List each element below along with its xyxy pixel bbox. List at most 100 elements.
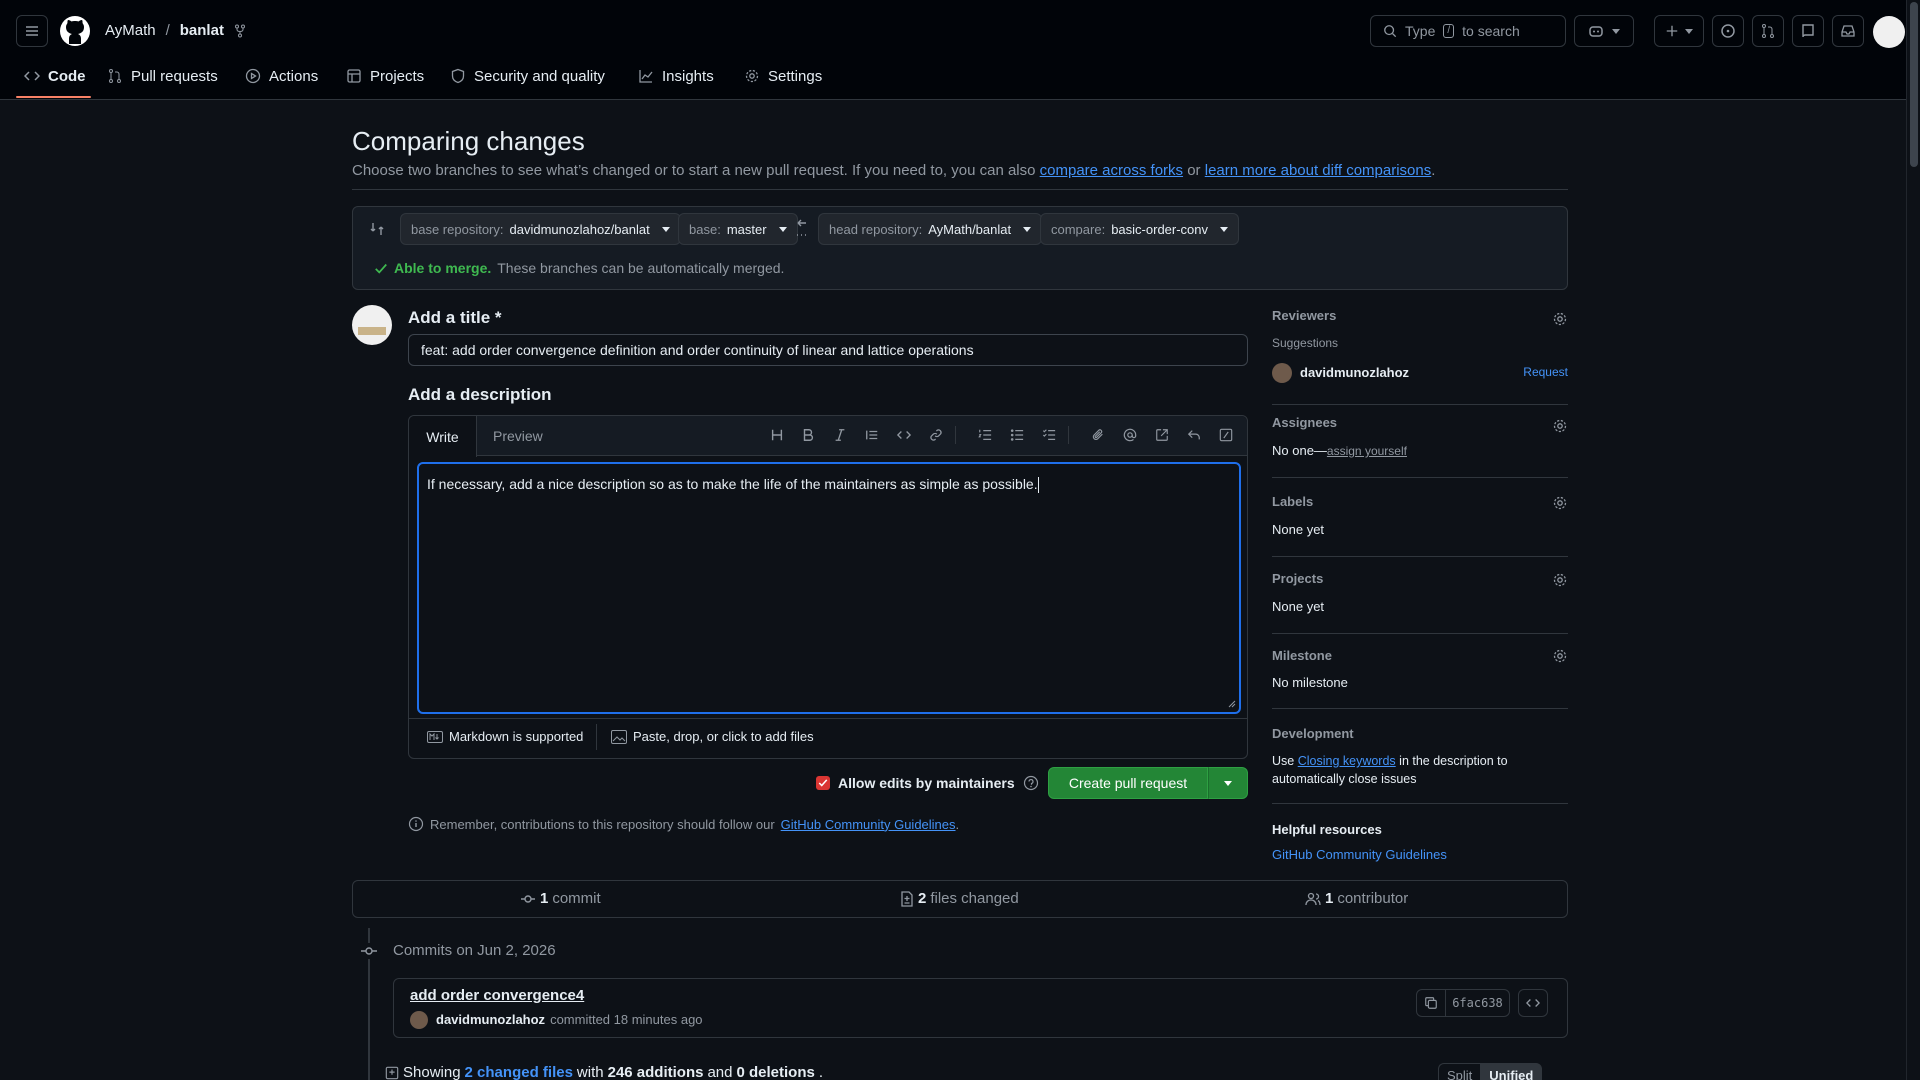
assignees-settings-button[interactable] <box>1552 418 1568 434</box>
base-repository-select[interactable]: base repository: davidmunozlahoz/banlat <box>400 213 681 245</box>
unordered-list-button[interactable] <box>1006 424 1028 446</box>
search-input[interactable]: Type / to search <box>1370 15 1566 47</box>
create-options-dropdown[interactable] <box>1208 767 1248 799</box>
tab-settings[interactable]: Settings <box>744 62 822 90</box>
code-icon <box>896 431 912 439</box>
tab-write[interactable]: Write <box>409 416 477 457</box>
projects-settings-button[interactable] <box>1552 572 1568 588</box>
diff-end: . <box>818 1064 824 1080</box>
community-guidelines-link[interactable]: GitHub Community Guidelines <box>781 817 956 832</box>
copilot-button[interactable] <box>1574 15 1634 47</box>
milestone-settings-button[interactable] <box>1552 648 1568 664</box>
browse-code-button[interactable] <box>1518 989 1548 1017</box>
italic-button[interactable] <box>829 424 851 446</box>
base-branch-select[interactable]: base: master <box>678 213 798 245</box>
pull-request-icon <box>1762 24 1774 38</box>
allow-edits-checkbox[interactable] <box>816 776 830 790</box>
add-files-button[interactable]: Paste, drop, or click to add files <box>611 729 814 744</box>
markdown-note[interactable]: Markdown is supported <box>427 729 583 744</box>
changed-files-link[interactable]: 2 changed files <box>465 1064 573 1080</box>
ordered-list-button[interactable] <box>974 424 996 446</box>
projects-section: Projects None yet <box>1272 571 1568 634</box>
contributors-tab[interactable]: 1 contributor <box>1305 890 1408 907</box>
tab-actions[interactable]: Actions <box>245 62 318 90</box>
base-repo-label: base repository: <box>411 221 504 237</box>
commit-sha-link[interactable]: 6fac638 <box>1446 989 1510 1017</box>
breadcrumb-owner[interactable]: AyMath <box>105 22 156 39</box>
tab-insights[interactable]: Insights <box>638 62 714 90</box>
compare-branch-select[interactable]: compare: basic-order-conv <box>1040 213 1240 245</box>
repositories-button[interactable] <box>1792 15 1824 47</box>
reviewers-settings-button[interactable] <box>1552 311 1568 327</box>
commit-title-link[interactable]: add order convergence4 <box>410 987 584 1004</box>
labels-title: Labels <box>1272 494 1314 509</box>
tab-insights-label: Insights <box>662 67 714 85</box>
files-changed-tab[interactable]: 2 files changed <box>900 890 1019 907</box>
attach-button[interactable] <box>1087 424 1109 446</box>
pull-requests-button[interactable] <box>1752 15 1784 47</box>
milestone-section: Milestone No milestone <box>1272 648 1568 709</box>
editor-footer-divider <box>409 718 1247 719</box>
title-input[interactable]: feat: add order convergence definition a… <box>408 334 1248 366</box>
quote-button[interactable] <box>861 424 883 446</box>
avatar[interactable] <box>1873 16 1905 48</box>
hamburger-menu-button[interactable] <box>16 15 48 47</box>
inbox-button[interactable] <box>1832 15 1864 47</box>
reference-button[interactable] <box>1151 424 1173 446</box>
assign-yourself-link[interactable]: assign yourself <box>1327 444 1407 458</box>
tab-projects[interactable]: Projects <box>346 62 424 90</box>
tab-pull-requests[interactable]: Pull requests <box>107 62 218 90</box>
breadcrumb-repo[interactable]: banlat <box>180 22 224 39</box>
create-pull-request-button[interactable]: Create pull request <box>1048 767 1208 799</box>
cross-reference-icon <box>1156 429 1168 441</box>
bold-button[interactable] <box>797 424 819 446</box>
tab-code[interactable]: Code <box>24 62 86 90</box>
tab-write-label: Write <box>426 428 459 445</box>
commit-author[interactable]: davidmunozlahoz <box>436 1012 545 1027</box>
check-icon <box>375 263 387 274</box>
create-new-button[interactable] <box>1654 15 1704 47</box>
labels-settings-button[interactable] <box>1552 495 1568 511</box>
contributors-label: contributor <box>1337 890 1409 907</box>
copy-sha-button[interactable] <box>1416 989 1446 1017</box>
scrollbar-thumb[interactable] <box>1910 2 1918 167</box>
helpful-guidelines-link[interactable]: GitHub Community Guidelines <box>1272 847 1447 862</box>
heading-button[interactable] <box>766 424 788 446</box>
description-textarea[interactable]: If necessary, add a nice description so … <box>417 462 1241 714</box>
chevron-down-icon <box>1685 28 1693 34</box>
issues-button[interactable] <box>1712 15 1744 47</box>
tab-security[interactable]: Security and quality <box>450 62 605 90</box>
gear-icon <box>1553 649 1567 663</box>
link-button[interactable] <box>925 424 947 446</box>
slash-commands-button[interactable] <box>1215 424 1237 446</box>
request-review-button[interactable]: Request <box>1523 365 1568 379</box>
split-view-button[interactable]: Split <box>1438 1063 1481 1080</box>
assignees-title: Assignees <box>1272 415 1338 430</box>
question-icon[interactable] <box>1023 775 1039 791</box>
projects-value: None yet <box>1272 599 1325 614</box>
assignees-none: No one— <box>1272 443 1327 458</box>
tab-preview[interactable]: Preview <box>493 416 543 456</box>
copy-icon <box>1425 997 1437 1009</box>
head-repository-select[interactable]: head repository: AyMath/banlat <box>818 213 1043 245</box>
github-logo-icon[interactable] <box>59 15 91 47</box>
code-button[interactable] <box>893 424 915 446</box>
split-label: Split <box>1447 1068 1473 1080</box>
unified-view-button[interactable]: Unified <box>1480 1063 1543 1080</box>
closing-keywords-link[interactable]: Closing keywords <box>1298 754 1396 768</box>
mention-button[interactable] <box>1119 424 1141 446</box>
saved-replies-button[interactable] <box>1183 424 1205 446</box>
task-list-button[interactable] <box>1038 424 1060 446</box>
resize-handle-icon[interactable] <box>1228 700 1236 708</box>
commits-count-tab[interactable]: 1 commit <box>520 890 601 907</box>
learn-diff-link[interactable]: learn more about diff comparisons <box>1205 162 1432 179</box>
head-repo-value: AyMath/banlat <box>928 221 1012 237</box>
merge-status-text: These branches can be automatically merg… <box>497 260 785 276</box>
diff-deletions: 0 deletions <box>736 1064 815 1080</box>
commit-group-icon <box>360 943 378 959</box>
compare-forks-link[interactable]: compare across forks <box>1040 162 1183 179</box>
page-scrollbar[interactable] <box>1906 0 1920 1080</box>
suggested-user-name[interactable]: davidmunozlahoz <box>1300 365 1409 380</box>
commit-time: committed 18 minutes ago <box>550 1012 703 1027</box>
add-files-text: Paste, drop, or click to add files <box>633 729 814 744</box>
